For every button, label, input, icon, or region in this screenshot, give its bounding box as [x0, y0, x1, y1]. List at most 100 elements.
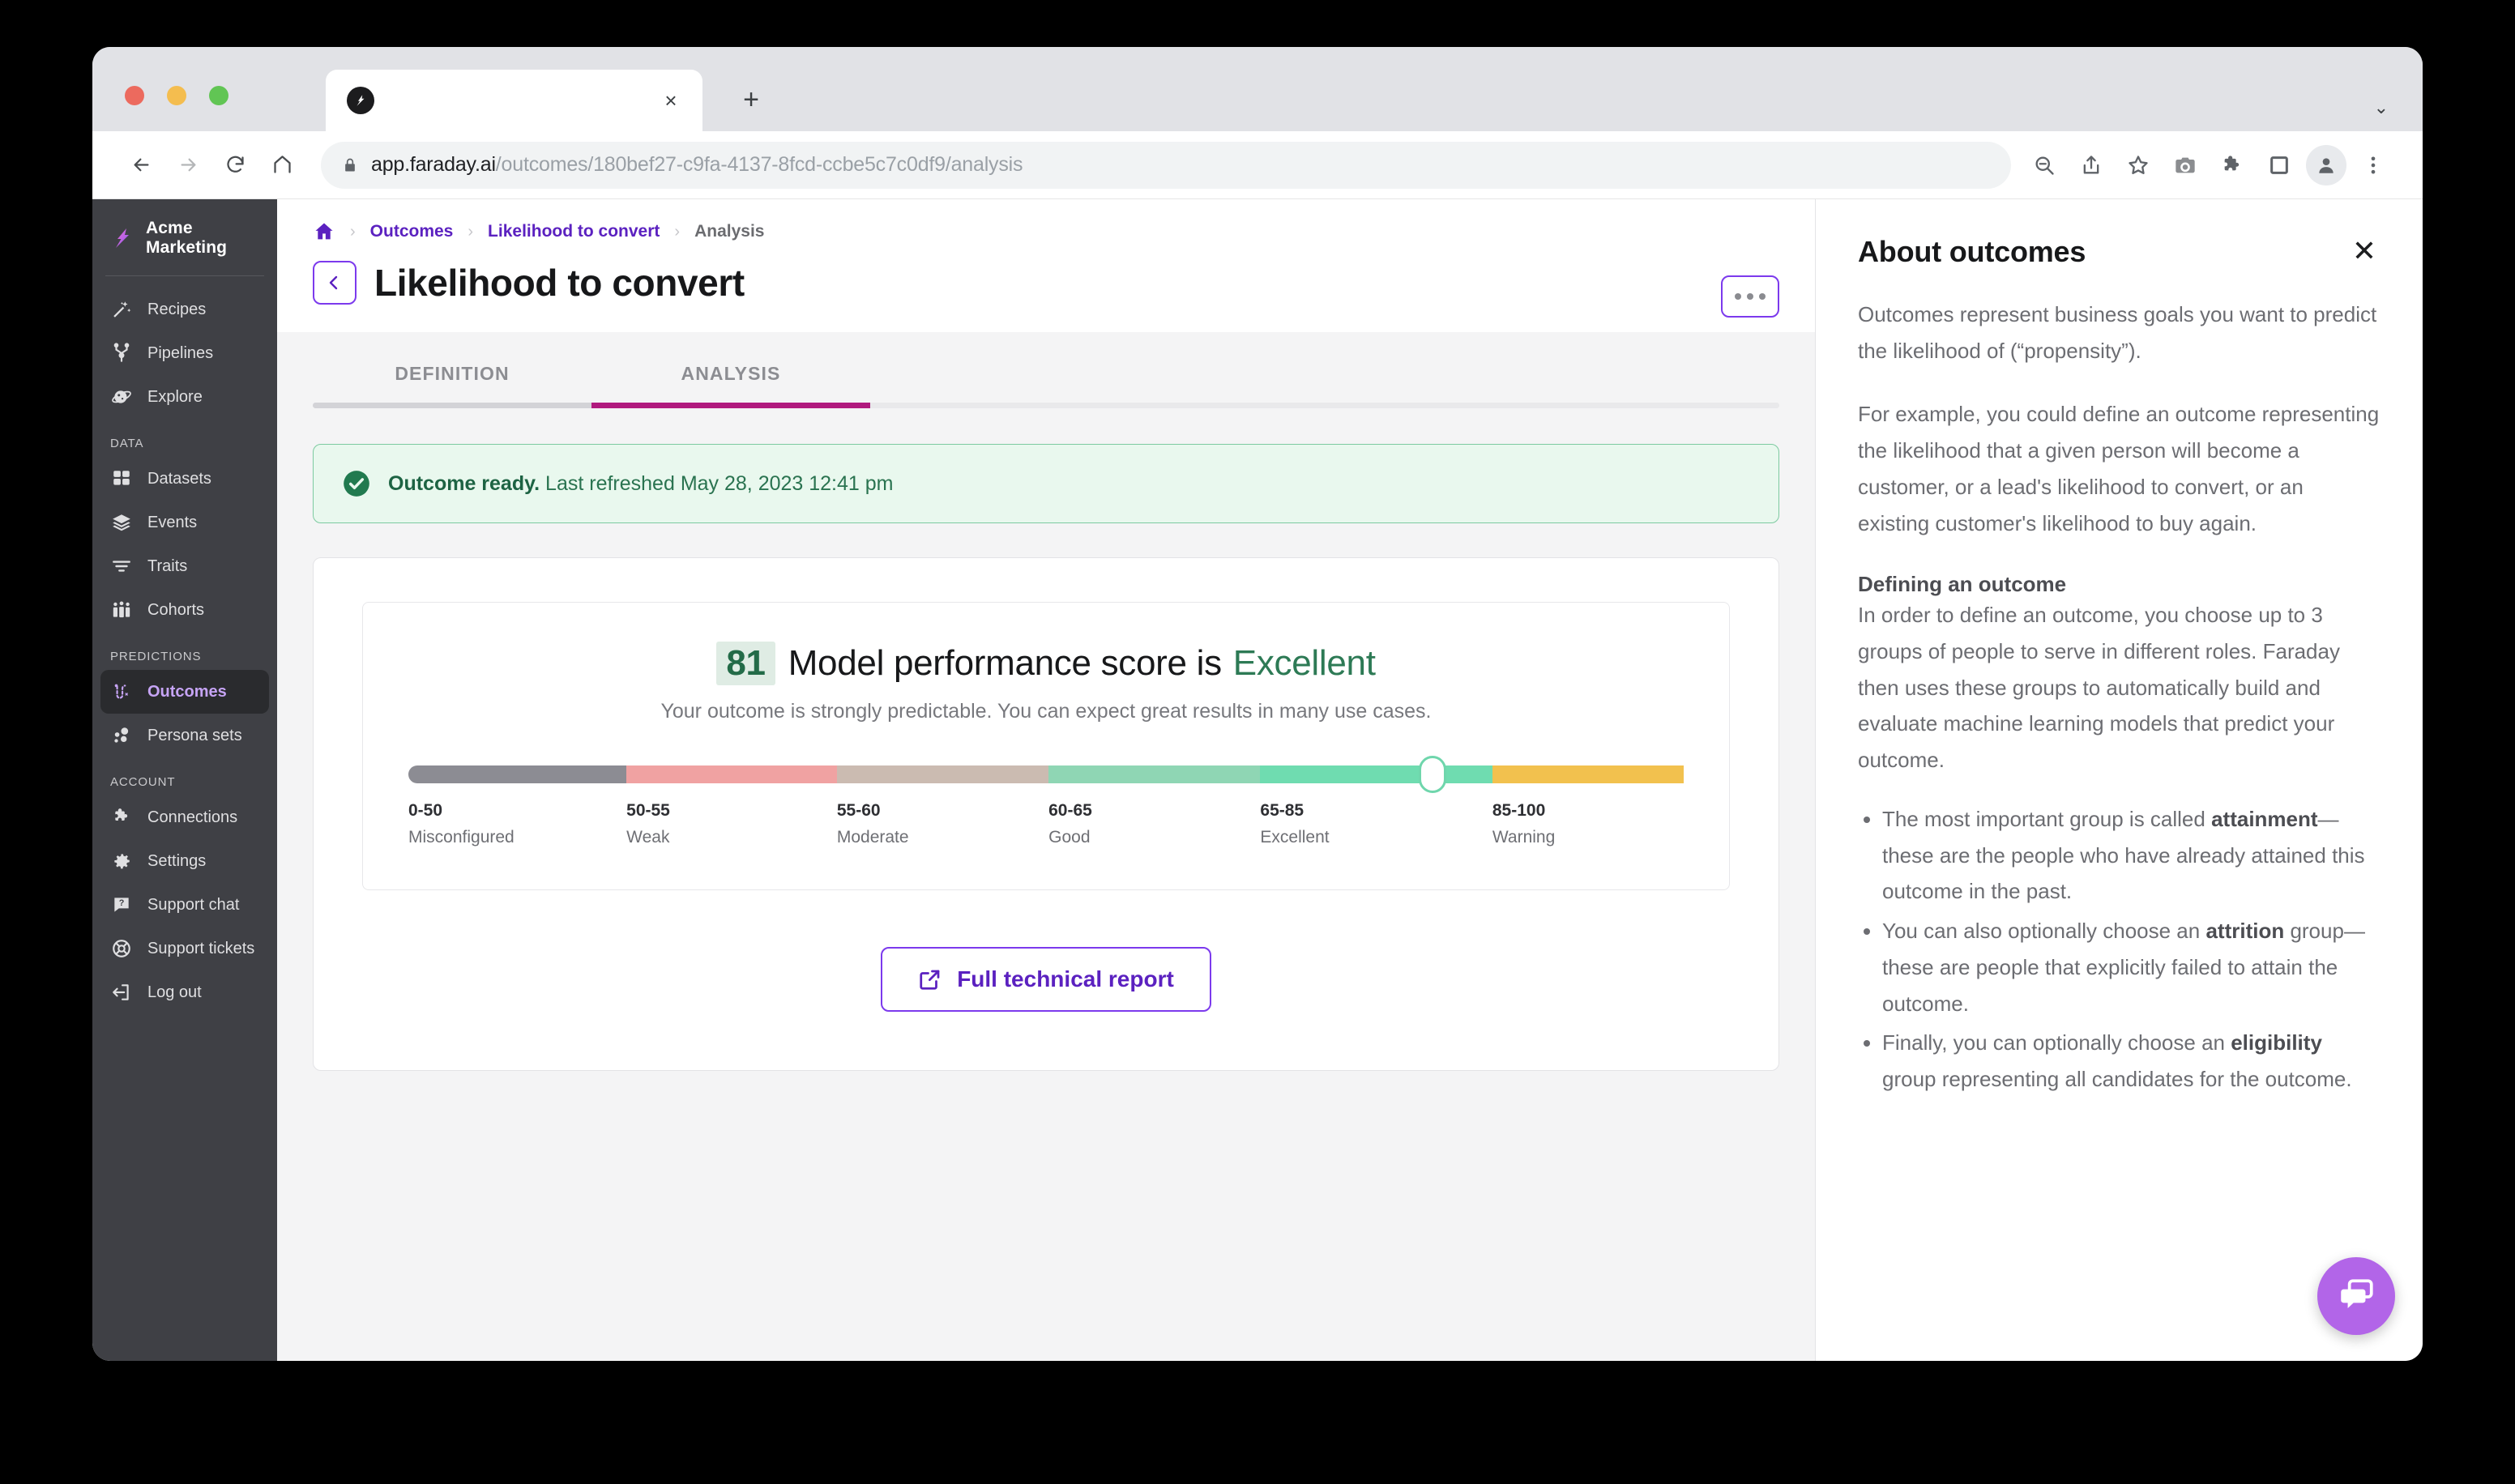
sidebar-item-outcomes[interactable]: Outcomes — [100, 670, 269, 714]
pipeline-branch-icon — [110, 342, 133, 365]
sidebar-item-datasets[interactable]: Datasets — [100, 457, 269, 501]
gauge-name: Warning — [1492, 828, 1556, 846]
home-icon[interactable] — [261, 144, 303, 186]
score-subtitle: Your outcome is strongly predictable. Yo… — [660, 700, 1432, 723]
sidebar-item-recipes[interactable]: Recipes — [100, 288, 269, 331]
browser-tab[interactable]: × — [326, 70, 702, 131]
sidebar-item-settings[interactable]: Settings — [100, 839, 269, 883]
address-bar[interactable]: app.faraday.ai/outcomes/180bef27-c9fa-41… — [321, 141, 2011, 189]
home-icon[interactable] — [313, 220, 335, 243]
reload-icon[interactable] — [214, 144, 256, 186]
title-row: Likelihood to convert — [313, 243, 1779, 332]
profile-avatar-icon[interactable] — [2304, 143, 2348, 187]
close-window-button[interactable] — [125, 86, 144, 105]
panel-paragraph-1: Outcomes represent business goals you wa… — [1858, 302, 2377, 363]
window-traffic-lights — [125, 86, 228, 105]
sidebar-item-support-tickets[interactable]: Support tickets — [100, 927, 269, 970]
breadcrumb-item-likelihood-to-convert[interactable]: Likelihood to convert — [488, 222, 660, 241]
status-banner-rest: Last refreshed May 28, 2023 12:41 pm — [540, 471, 894, 495]
score-card: 81 Model performance score is Excellent … — [313, 557, 1779, 1071]
zoom-out-icon[interactable] — [2022, 143, 2066, 187]
browser-tab-strip: × + ⌄ — [92, 47, 2423, 131]
wand-sparkle-icon — [110, 298, 133, 321]
browser-toolbar: app.faraday.ai/outcomes/180bef27-c9fa-41… — [92, 131, 2423, 199]
sidebar-item-label: Datasets — [147, 469, 211, 488]
minimize-window-button[interactable] — [167, 86, 186, 105]
puzzle-icon[interactable] — [2210, 143, 2254, 187]
gauge-segment-moderate — [836, 765, 1049, 783]
filter-lines-icon — [110, 555, 133, 578]
back-arrow-icon[interactable] — [120, 144, 162, 186]
list-item: Finally, you can optionally choose an el… — [1882, 1025, 2380, 1097]
external-link-icon — [918, 967, 942, 991]
sidebar-divider — [105, 275, 264, 276]
svg-text:?: ? — [119, 898, 125, 908]
close-icon[interactable]: ✕ — [2348, 235, 2380, 267]
gauge-label: 50-55 Weak — [626, 801, 837, 847]
full-technical-report-button[interactable]: Full technical report — [881, 947, 1211, 1012]
faraday-logo-icon — [110, 228, 135, 249]
sidebar-item-persona-sets[interactable]: Persona sets — [100, 714, 269, 757]
sidebar-item-label: Support tickets — [147, 939, 255, 957]
toolbar-icons — [2022, 143, 2395, 187]
gauge-marker-handle[interactable] — [1418, 756, 1446, 793]
bullet-bold: attrition — [2205, 919, 2285, 944]
gauge-name: Excellent — [1260, 828, 1330, 846]
sidebar-item-traits[interactable]: Traits — [100, 544, 269, 588]
sidebar-section-account: ACCOUNT — [110, 775, 176, 789]
sidebar-item-pipelines[interactable]: Pipelines — [100, 331, 269, 375]
more-options-button[interactable] — [1721, 275, 1779, 318]
question-chat-icon: ? — [110, 893, 133, 916]
sidebar-item-explore[interactable]: Explore — [100, 375, 269, 419]
panel-paragraph-3: In order to define an outcome, you choos… — [1858, 603, 2340, 773]
sidebar-item-label: Settings — [147, 851, 207, 870]
people-group-icon — [110, 599, 133, 621]
close-tab-button[interactable]: × — [657, 87, 685, 114]
breadcrumb-item-outcomes[interactable]: Outcomes — [370, 222, 454, 241]
lifebuoy-icon — [110, 937, 133, 960]
score-gauge-bar[interactable] — [408, 756, 1684, 793]
analysis-content: DEFINITION ANALYSIS Outcome ready. Last … — [277, 332, 1815, 1361]
tab-underline-analysis — [591, 403, 870, 408]
panel-paragraph-2: For example, you could define an outcome… — [1858, 402, 2380, 535]
sidebar-item-support-chat[interactable]: ? Support chat — [100, 883, 269, 927]
new-tab-button[interactable]: + — [732, 81, 770, 118]
tab-list-chevron-icon[interactable]: ⌄ — [2374, 97, 2389, 118]
list-item: You can also optionally choose an attrit… — [1882, 913, 2380, 1021]
sidebar-item-label: Support chat — [147, 895, 240, 914]
sidebar-item-label: Pipelines — [147, 343, 214, 362]
breadcrumb-separator: › — [674, 222, 681, 241]
tab-analysis[interactable]: ANALYSIS — [591, 353, 870, 403]
gauge-range: 85-100 — [1492, 801, 1546, 820]
maximize-window-button[interactable] — [209, 86, 228, 105]
sidebar-item-label: Outcomes — [147, 682, 227, 701]
layers-icon — [110, 511, 133, 534]
forward-arrow-icon[interactable] — [167, 144, 209, 186]
breadcrumb: › Outcomes › Likelihood to convert › Ana… — [313, 220, 1779, 243]
dot — [1735, 293, 1741, 300]
sidebar-item-connections[interactable]: Connections — [100, 795, 269, 839]
sidebar-item-log-out[interactable]: Log out — [100, 970, 269, 1014]
url-host: app.faraday.ai — [371, 153, 496, 176]
sidebar-item-cohorts[interactable]: Cohorts — [100, 588, 269, 632]
tab-definition[interactable]: DEFINITION — [313, 353, 591, 403]
brand[interactable]: Acme Marketing — [92, 199, 277, 275]
breadcrumb-item-analysis: Analysis — [694, 222, 765, 241]
panel-subheading: Defining an outcome — [1858, 572, 2067, 597]
gauge-range: 60-65 — [1048, 801, 1092, 820]
camera-icon[interactable] — [2163, 143, 2207, 187]
three-dot-menu-icon[interactable] — [2351, 143, 2395, 187]
sidebar-item-events[interactable]: Events — [100, 501, 269, 544]
puzzle-piece-icon — [110, 806, 133, 829]
gauge-segment-misconfigured — [408, 765, 627, 783]
back-button[interactable] — [313, 261, 357, 305]
chat-bubble-icon[interactable] — [2317, 1257, 2395, 1335]
gauge-range: 55-60 — [836, 801, 881, 820]
dot — [1759, 293, 1766, 300]
star-icon[interactable] — [2116, 143, 2160, 187]
status-banner-strong: Outcome ready. — [388, 471, 540, 495]
side-panel-icon[interactable] — [2257, 143, 2301, 187]
score-value-badge: 81 — [716, 642, 775, 685]
share-icon[interactable] — [2069, 143, 2113, 187]
score-lead-text: Model performance score is — [788, 643, 1222, 683]
